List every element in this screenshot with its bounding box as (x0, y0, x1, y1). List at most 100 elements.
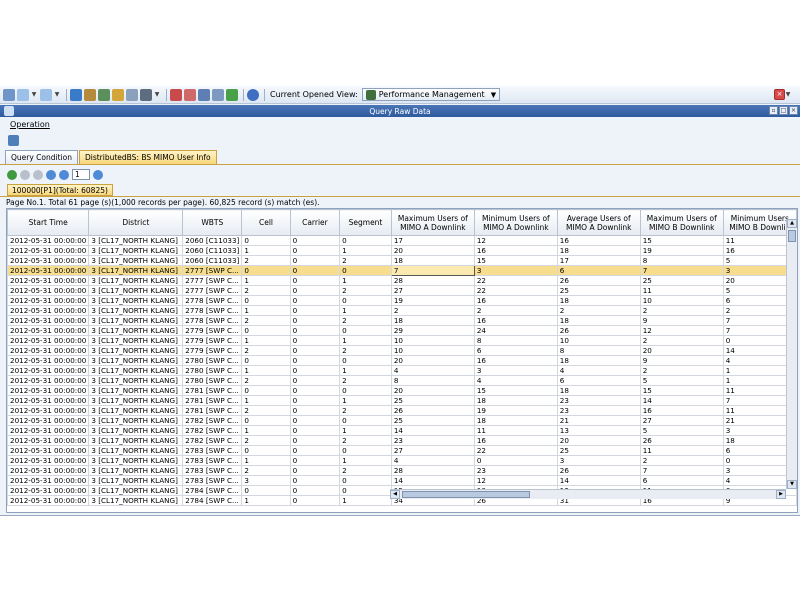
table-cell[interactable]: 26 (556, 465, 641, 476)
report-icon[interactable] (184, 88, 196, 101)
table-cell[interactable]: 25 (390, 415, 475, 426)
table-cell[interactable]: 29 (390, 325, 475, 336)
table-cell[interactable]: 2779 [SWP C... (182, 325, 243, 336)
horizontal-scrollbar[interactable]: ◀ ▶ (390, 489, 786, 499)
tab-bs-mimo-user-info[interactable]: DistributedBS: BS MIMO User Info (78, 150, 217, 164)
menu-operation[interactable]: Operation (10, 120, 50, 129)
table-cell[interactable]: 16 (639, 405, 724, 416)
table-cell[interactable]: 28 (390, 465, 475, 476)
table-cell[interactable]: 3 [CL17_NORTH KLANG] (88, 435, 184, 446)
table-cell[interactable]: 0 (289, 415, 341, 426)
table-row[interactable]: 2012-05-31 00:00:00 3 [CL17_NORTH KLANG] 2… (7, 375, 797, 386)
table-cell[interactable]: 2 (390, 305, 475, 316)
table-cell[interactable]: 12 (639, 325, 724, 336)
table-cell[interactable]: 0 (289, 485, 341, 496)
table-cell[interactable]: 2012-05-31 00:00:00 (7, 325, 90, 336)
result-tab[interactable]: 100000[P1](Total: 60825) (7, 184, 113, 196)
table-cell[interactable]: 6 (556, 375, 641, 386)
current-view-dropdown[interactable]: Performance Management ▼ (361, 88, 501, 101)
table-cell[interactable]: 18 (556, 295, 641, 306)
back-dropdown-icon[interactable]: ▼ (31, 91, 37, 98)
table-cell[interactable]: 2012-05-31 00:00:00 (7, 355, 90, 366)
table-cell[interactable]: 1 (339, 395, 392, 406)
column-header[interactable]: WBTS (182, 209, 243, 236)
scroll-up-icon[interactable]: ▲ (787, 219, 797, 228)
table-cell[interactable]: 3 (556, 455, 641, 466)
table-cell[interactable]: 3 [CL17_NORTH KLANG] (88, 245, 184, 256)
table-cell[interactable]: 2 (339, 255, 392, 266)
table-cell[interactable]: 14 (390, 425, 475, 436)
table-cell[interactable]: 0 (289, 405, 341, 416)
table-cell[interactable]: 3 [CL17_NORTH KLANG] (88, 445, 184, 456)
table-cell[interactable]: 14 (390, 475, 475, 486)
table-cell[interactable]: 0 (289, 255, 341, 266)
table-cell[interactable]: 1 (241, 425, 291, 436)
table-cell[interactable]: 2012-05-31 00:00:00 (7, 485, 90, 496)
table-cell[interactable]: 2012-05-31 00:00:00 (7, 385, 90, 396)
table-row[interactable]: 2012-05-31 00:00:00 3 [CL17_NORTH KLANG] 2… (7, 425, 797, 436)
table-cell[interactable]: 20 (556, 435, 641, 446)
table-cell[interactable]: 2783 [SWP C... (182, 455, 243, 466)
table-cell[interactable]: 3 [CL17_NORTH KLANG] (88, 345, 184, 356)
table-cell[interactable]: 4 (390, 365, 475, 376)
column-header[interactable]: Cell (241, 209, 291, 236)
table-cell[interactable]: 2 (473, 305, 558, 316)
document-icon[interactable] (212, 88, 224, 101)
last-page-icon[interactable] (59, 169, 69, 180)
table-cell[interactable]: 0 (289, 315, 341, 326)
table-cell[interactable]: 2777 [SWP C... (182, 275, 243, 286)
table-cell[interactable]: 2780 [SWP C... (182, 365, 243, 376)
table-cell[interactable]: 0 (289, 275, 341, 286)
table-cell[interactable]: 0 (289, 425, 341, 436)
table-cell[interactable]: 20 (639, 345, 724, 356)
table-cell[interactable]: 2777 [SWP C... (182, 285, 243, 296)
table-cell[interactable]: 15 (639, 385, 724, 396)
server-icon[interactable] (140, 88, 152, 101)
table-cell[interactable]: 18 (473, 395, 558, 406)
table-cell[interactable]: 8 (556, 345, 641, 356)
folder-icon[interactable] (112, 88, 124, 101)
table-cell[interactable]: 2782 [SWP C... (182, 435, 243, 446)
table-cell[interactable]: 23 (556, 395, 641, 406)
table-cell[interactable]: 23 (473, 465, 558, 476)
vertical-scroll-thumb[interactable] (788, 230, 796, 242)
table-cell[interactable]: 16 (473, 355, 558, 366)
table-cell[interactable]: 2012-05-31 00:00:00 (7, 345, 90, 356)
table-cell[interactable]: 1 (241, 275, 291, 286)
table-cell[interactable]: 3 [CL17_NORTH KLANG] (88, 315, 184, 326)
table-cell[interactable]: 2777 [SWP C... (182, 265, 243, 276)
table-cell[interactable]: 3 [CL17_NORTH KLANG] (88, 235, 184, 246)
tab-query-condition[interactable]: Query Condition (5, 150, 78, 164)
scroll-left-icon[interactable]: ◀ (390, 490, 400, 499)
table-cell[interactable]: 19 (473, 405, 558, 416)
table-cell[interactable]: 22 (473, 285, 558, 296)
table-cell[interactable]: 14 (639, 395, 724, 406)
table-cell[interactable]: 3 [CL17_NORTH KLANG] (88, 305, 184, 316)
table-cell[interactable]: 4 (556, 365, 641, 376)
table-cell[interactable]: 2012-05-31 00:00:00 (7, 255, 90, 266)
table-cell[interactable]: 18 (556, 315, 641, 326)
table-cell[interactable]: 2782 [SWP C... (182, 415, 243, 426)
forward-dropdown-icon[interactable]: ▼ (54, 91, 60, 98)
table-cell[interactable]: 6 (473, 345, 558, 356)
table-cell[interactable]: 0 (473, 455, 558, 466)
restore-button[interactable]: ▫ (769, 106, 778, 115)
table-cell[interactable]: 0 (241, 485, 291, 496)
table-cell[interactable]: 0 (241, 415, 291, 426)
table-cell[interactable]: 10 (639, 295, 724, 306)
table-cell[interactable]: 2 (639, 305, 724, 316)
table-cell[interactable]: 2012-05-31 00:00:00 (7, 315, 90, 326)
table-cell[interactable]: 12 (473, 235, 558, 246)
table-cell[interactable]: 2 (241, 435, 291, 446)
table-row[interactable]: 2012-05-31 00:00:00 3 [CL17_NORTH KLANG] 2… (7, 335, 797, 346)
table-cell[interactable]: 24 (473, 325, 558, 336)
table-cell[interactable]: 0 (339, 385, 392, 396)
table-cell[interactable]: 25 (390, 395, 475, 406)
table-cell[interactable]: 3 [CL17_NORTH KLANG] (88, 415, 184, 426)
table-cell[interactable]: 2 (339, 375, 392, 386)
table-cell[interactable]: 0 (289, 455, 341, 466)
table-cell[interactable]: 2012-05-31 00:00:00 (7, 405, 90, 416)
table-row[interactable]: 2012-05-31 00:00:00 3 [CL17_NORTH KLANG] 2… (7, 235, 797, 246)
table-cell[interactable]: 3 [CL17_NORTH KLANG] (88, 495, 184, 506)
column-header[interactable]: Carrier (289, 209, 341, 236)
